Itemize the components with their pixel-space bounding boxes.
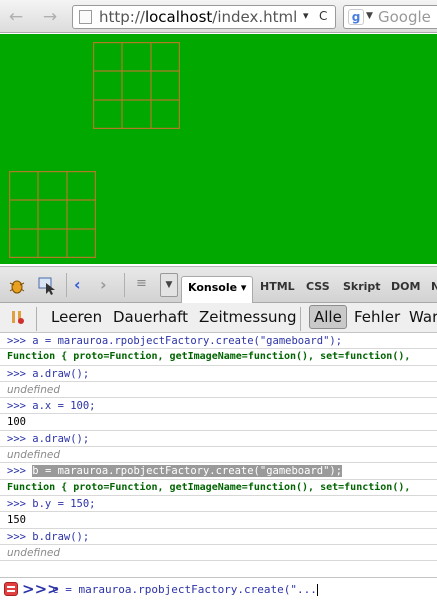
console-row-undef: undefined bbox=[0, 447, 437, 464]
selected-text[interactable]: b = marauroa.rpobjectFactory.create("gam… bbox=[32, 465, 343, 478]
gameboard-grid bbox=[93, 42, 180, 129]
profile-button[interactable]: Zeitmessung bbox=[199, 307, 297, 327]
search-placeholder: Google bbox=[378, 8, 431, 26]
browser-window: ← → http://localhost/index.html ▾ C g ▼ … bbox=[0, 0, 437, 600]
firebug-toolbar: ‹ › ≡ ▼ Konsole ▾ HTML CSS Skript DOM N bbox=[0, 266, 437, 303]
navigation-toolbar: ← → http://localhost/index.html ▾ C g ▼ … bbox=[0, 0, 437, 33]
gameboard-grid bbox=[9, 171, 96, 258]
tab-konsole[interactable]: Konsole ▾ bbox=[181, 276, 254, 303]
console-row-cmd: >>> b.draw(); bbox=[0, 529, 437, 545]
console-row-cmd: >>> b.y = 150; bbox=[0, 496, 437, 513]
tab-skript[interactable]: Skript bbox=[343, 280, 381, 293]
console-row-cmd: >>> a.draw(); bbox=[0, 431, 437, 448]
command-input[interactable]: c = marauroa.rpobjectFactory.create("... bbox=[52, 583, 318, 596]
toolbar-separator bbox=[124, 273, 125, 297]
toolbar-separator bbox=[300, 307, 301, 331]
break-on-error-icon[interactable] bbox=[9, 309, 27, 327]
toolbar-separator bbox=[36, 307, 37, 331]
console-prompt: >>> bbox=[7, 465, 33, 478]
persist-button[interactable]: Dauerhaft bbox=[113, 307, 188, 327]
tab-html[interactable]: HTML bbox=[260, 280, 295, 293]
google-icon[interactable]: g bbox=[348, 9, 364, 25]
back-nav-icon[interactable]: ‹ bbox=[74, 275, 92, 294]
filter-errors-button[interactable]: Fehler bbox=[354, 307, 400, 327]
command-input-text: c = marauroa.rpobjectFactory.create("... bbox=[52, 583, 317, 596]
console-filter-bar: Leeren Dauerhaft Zeitmessung Alle Fehler… bbox=[0, 303, 437, 333]
console-row-cmd: >>> a.draw(); bbox=[0, 366, 437, 382]
console-row-cmd: >>> b = marauroa.rpobjectFactory.create(… bbox=[0, 463, 437, 480]
search-box[interactable]: g ▼ Google bbox=[343, 5, 437, 29]
console-row-func: Function { proto=Function, getImageName=… bbox=[0, 480, 437, 496]
clear-button[interactable]: Leeren bbox=[51, 307, 102, 327]
game-canvas[interactable] bbox=[0, 34, 437, 264]
forward-arrow-icon[interactable]: → bbox=[40, 7, 60, 27]
filter-warnings-button[interactable]: War bbox=[409, 307, 437, 327]
console-row-undef: undefined bbox=[0, 382, 437, 399]
url-dropdown-icon[interactable]: ▾ bbox=[303, 9, 309, 22]
gameboard-a bbox=[93, 42, 180, 129]
inspect-element-icon[interactable] bbox=[38, 277, 56, 295]
text-caret bbox=[316, 584, 318, 596]
console-row-cmd: >>> a = marauroa.rpobjectFactory.create(… bbox=[0, 333, 437, 350]
tab-css[interactable]: CSS bbox=[306, 280, 330, 293]
url-path: /index.html bbox=[212, 8, 298, 26]
url-text[interactable]: http://localhost/index.html bbox=[99, 8, 297, 26]
url-host: localhost bbox=[144, 8, 213, 26]
list-icon[interactable]: ≡ bbox=[136, 276, 154, 294]
console-row-undef: undefined bbox=[0, 545, 437, 562]
forward-nav-icon[interactable]: › bbox=[100, 275, 118, 294]
search-engine-dropdown-icon[interactable]: ▼ bbox=[366, 11, 373, 21]
console-row-func: Function { proto=Function, getImageName=… bbox=[0, 349, 437, 366]
url-bar[interactable]: http://localhost/index.html ▾ C bbox=[72, 5, 336, 29]
command-line[interactable]: >>> c = marauroa.rpobjectFactory.create(… bbox=[0, 577, 437, 600]
console-row-cmd: >>> a.x = 100; bbox=[0, 398, 437, 415]
tab-overflow[interactable]: N bbox=[431, 280, 437, 293]
back-arrow-icon[interactable]: ← bbox=[6, 7, 26, 27]
panel-menu-icon[interactable]: ▼ bbox=[160, 273, 178, 297]
gameboard-b bbox=[9, 171, 96, 258]
tab-dom[interactable]: DOM bbox=[391, 280, 420, 293]
reload-icon[interactable]: C bbox=[319, 9, 327, 23]
url-scheme: http:// bbox=[99, 8, 145, 26]
console-row-num: 150 bbox=[0, 512, 437, 529]
console-row-num: 100 bbox=[0, 414, 437, 431]
page-icon bbox=[79, 10, 92, 24]
toolbar-separator bbox=[66, 273, 67, 297]
filter-all-button[interactable]: Alle bbox=[309, 305, 347, 329]
error-indicator-icon[interactable] bbox=[4, 582, 18, 596]
firebug-bug-icon[interactable] bbox=[8, 277, 26, 295]
console-log[interactable]: >>> a = marauroa.rpobjectFactory.create(… bbox=[0, 333, 437, 577]
